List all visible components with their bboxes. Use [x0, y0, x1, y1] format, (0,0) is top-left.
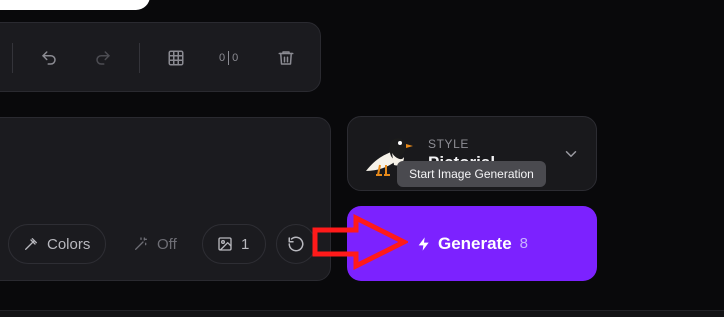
- toolbar-divider: [12, 43, 13, 73]
- generate-label: Generate: [437, 233, 512, 253]
- aspect-ratio-icon[interactable]: 0 0: [219, 49, 238, 67]
- bottom-divider: [0, 310, 724, 317]
- ratio-right: 0: [232, 52, 239, 64]
- image-count-button[interactable]: 1: [202, 224, 266, 264]
- grid-icon[interactable]: [163, 45, 189, 71]
- refresh-icon: [288, 236, 304, 252]
- generate-credit-count: 8: [519, 235, 529, 252]
- annotation-arrow-icon: [312, 214, 408, 270]
- style-label: STYLE: [428, 137, 470, 151]
- image-icon: [218, 237, 232, 251]
- ratio-separator: [228, 51, 230, 65]
- top-input-pill[interactable]: [0, 0, 150, 10]
- redo-icon[interactable]: [90, 45, 116, 71]
- lightning-icon: [418, 236, 429, 251]
- undo-icon[interactable]: [36, 45, 62, 71]
- eyedropper-icon: [25, 238, 37, 250]
- magic-wand-icon: [135, 237, 147, 250]
- toolbar-divider: [139, 43, 140, 73]
- image-count: 1: [241, 235, 250, 253]
- chevron-down-icon[interactable]: [562, 145, 580, 163]
- colors-label: Colors: [47, 235, 91, 253]
- magic-label: Off: [157, 235, 177, 253]
- tooltip-text: Start Image Generation: [409, 167, 534, 181]
- toolbar: 0 0: [0, 22, 321, 92]
- ratio-left: 0: [219, 52, 226, 64]
- trash-icon[interactable]: [273, 45, 299, 71]
- reset-button[interactable]: [276, 224, 316, 264]
- generate-tooltip: Start Image Generation: [397, 161, 546, 187]
- magic-toggle[interactable]: Off: [118, 224, 192, 264]
- app-root: 0 0 Colors Off 1 STYLE Start Image Gener…: [0, 0, 724, 317]
- colors-button[interactable]: Colors: [8, 224, 106, 264]
